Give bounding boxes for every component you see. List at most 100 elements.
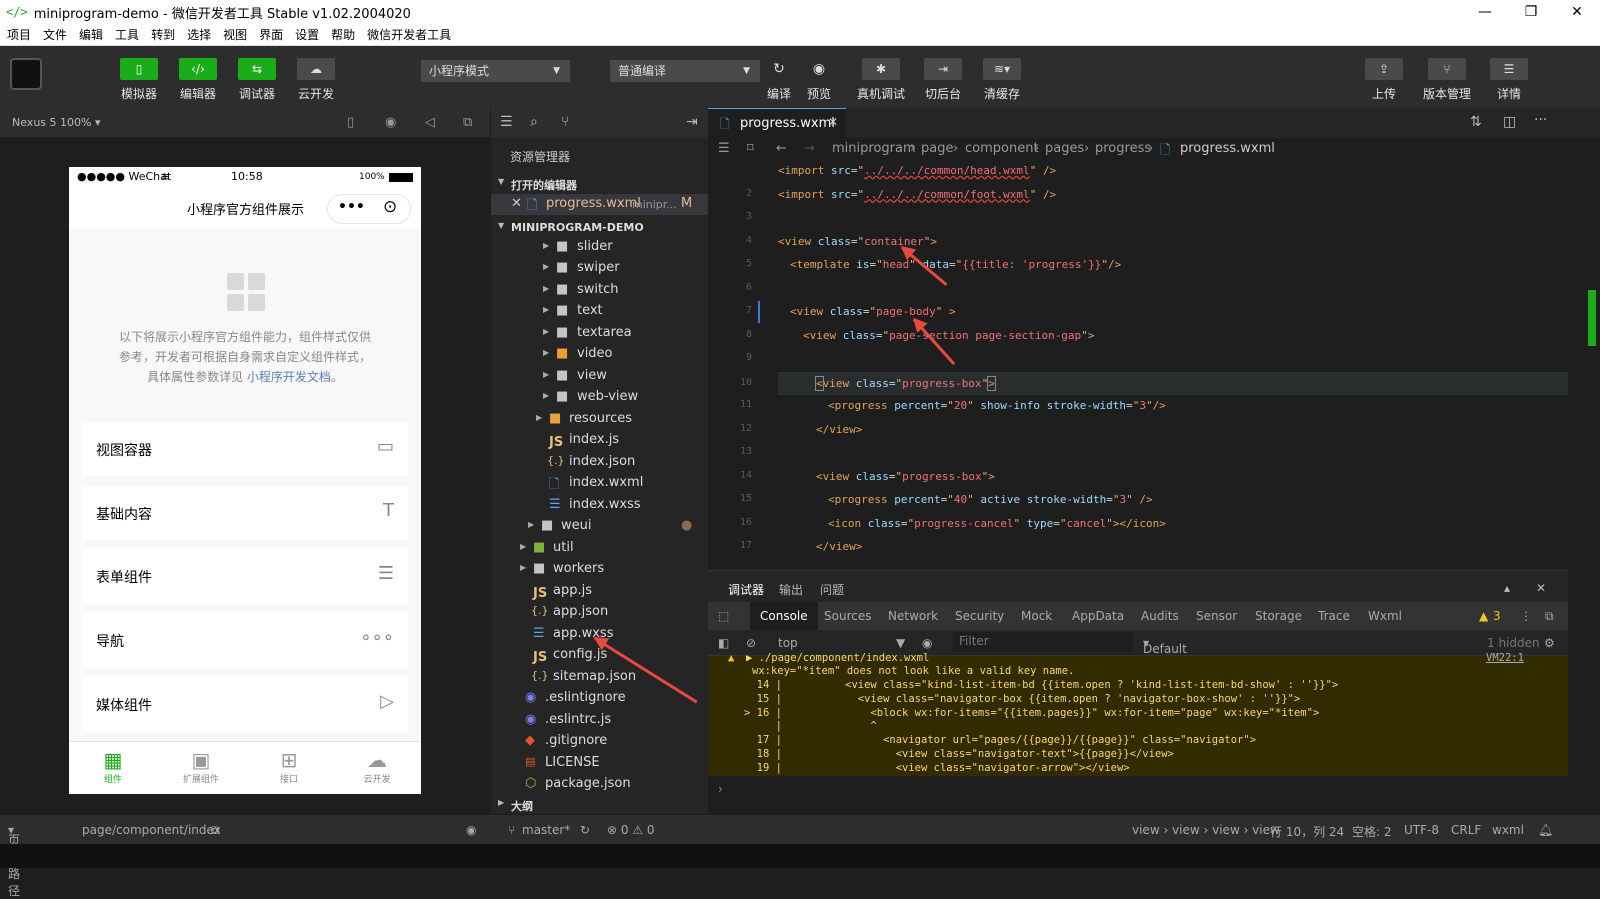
tree-item[interactable]: JS index.js bbox=[491, 430, 708, 451]
more-icon[interactable]: ··· bbox=[1534, 112, 1547, 128]
popout-icon[interactable]: ⧉ bbox=[463, 115, 472, 130]
version-button[interactable]: ⑂ 版本管理 bbox=[1418, 58, 1476, 102]
menu-wechat-devtools[interactable]: 微信开发者工具 bbox=[367, 26, 451, 43]
outline-section[interactable]: ▶ 大纲 bbox=[491, 793, 708, 815]
close-icon[interactable]: ✕ bbox=[1554, 0, 1600, 24]
tree-item[interactable]: ▶ ■ video bbox=[491, 344, 708, 365]
warning-count[interactable]: 3 bbox=[1493, 609, 1501, 623]
page-path-select[interactable]: 页面路径 ▾ bbox=[8, 823, 20, 898]
bell-icon[interactable]: 🔔︎ bbox=[1538, 823, 1553, 837]
tree-item[interactable]: {.} sitemap.json bbox=[491, 667, 708, 688]
minimize-icon[interactable]: — bbox=[1462, 0, 1508, 24]
card-media[interactable]: 媒体组件 ▷ bbox=[82, 677, 408, 731]
inspect-icon[interactable]: ⬚ bbox=[718, 609, 729, 623]
scroll-thumb[interactable] bbox=[1588, 290, 1596, 346]
tab-sources[interactable]: Sources bbox=[824, 609, 871, 623]
more-icon[interactable]: ⋮ bbox=[1520, 609, 1532, 623]
details-button[interactable]: ☰ 详情 bbox=[1481, 58, 1537, 102]
card-basic-content[interactable]: 基础内容 T bbox=[82, 486, 408, 540]
tab-cloud[interactable]: ☁ 云开发 bbox=[333, 748, 421, 785]
forward-icon[interactable]: → bbox=[804, 141, 815, 156]
eye-icon[interactable]: ◉ bbox=[466, 823, 476, 837]
line-ending[interactable]: CRLF bbox=[1451, 823, 1481, 837]
tab-wxml[interactable]: Wxml bbox=[1368, 609, 1402, 623]
close-icon[interactable]: ✕ bbox=[828, 115, 838, 129]
split-editor-icon[interactable]: ◫ bbox=[1503, 114, 1516, 130]
tree-item[interactable]: ◆ .gitignore bbox=[491, 731, 708, 752]
open-editors-section[interactable]: ▼ 打开的编辑器 bbox=[491, 172, 708, 194]
tree-item[interactable]: ▶ ■ weui ● bbox=[491, 516, 708, 537]
collapse-panel-icon[interactable]: ⇥ bbox=[686, 114, 698, 130]
menu-file[interactable]: 文件 bbox=[43, 26, 67, 43]
tree-item[interactable]: ▶ ■ text bbox=[491, 301, 708, 322]
tree-item[interactable]: ▶ ■ switch bbox=[491, 280, 708, 301]
sync-icon[interactable]: ↻ bbox=[580, 823, 590, 837]
tree-item[interactable]: 🗋 index.wxml bbox=[491, 473, 708, 494]
menu-settings[interactable]: 设置 bbox=[295, 26, 319, 43]
cursor-position[interactable]: 行 10，列 24 bbox=[1270, 823, 1344, 840]
language-mode[interactable]: wxml bbox=[1492, 823, 1524, 837]
tree-item[interactable]: ▶ ■ slider bbox=[491, 237, 708, 258]
card-navigation[interactable]: 导航 ∘∘∘ bbox=[82, 613, 408, 667]
tab-components[interactable]: ▦ 组件 bbox=[69, 748, 157, 785]
tree-item[interactable]: ☰ index.wxss bbox=[491, 495, 708, 516]
preview-button[interactable]: ◉ 预览 bbox=[804, 58, 834, 102]
editor-button[interactable]: ‹/› 编辑器 bbox=[170, 58, 226, 102]
tree-item[interactable]: {.} index.json bbox=[491, 452, 708, 473]
menu-view[interactable]: 视图 bbox=[223, 26, 247, 43]
encoding[interactable]: UTF-8 bbox=[1404, 823, 1439, 837]
menu-help[interactable]: 帮助 bbox=[331, 26, 355, 43]
chevron-up-icon[interactable]: ▴ bbox=[1504, 581, 1510, 595]
tab-output[interactable]: 输出 bbox=[779, 581, 803, 598]
warning-path[interactable]: ▶ ./page/component/index.wxml bbox=[746, 652, 929, 664]
eye-icon[interactable]: ◉ bbox=[922, 636, 932, 650]
tab-console[interactable]: Console bbox=[750, 602, 818, 630]
simulator-button[interactable]: ▯ 模拟器 bbox=[111, 58, 167, 102]
tab-problems[interactable]: 问题 bbox=[820, 581, 844, 598]
tab-mock[interactable]: Mock bbox=[1021, 609, 1052, 623]
chevron-down-icon[interactable]: ▼ bbox=[896, 636, 905, 650]
git-icon[interactable]: ⑂ bbox=[561, 114, 569, 130]
card-form-components[interactable]: 表单组件 ☰ bbox=[82, 549, 408, 603]
list-icon[interactable]: ☰ bbox=[718, 141, 730, 156]
files-icon[interactable]: ☰ bbox=[500, 114, 513, 130]
record-icon[interactable]: ◉ bbox=[385, 115, 396, 130]
popout-icon[interactable]: ⧉ bbox=[1545, 609, 1554, 624]
compile-button[interactable]: ↻ 编译 bbox=[764, 58, 794, 102]
volume-icon[interactable]: ◁ bbox=[425, 115, 435, 130]
menu-edit[interactable]: 编辑 bbox=[79, 26, 103, 43]
bookmark-icon[interactable]: ⌑ bbox=[747, 141, 754, 156]
back-icon[interactable]: ← bbox=[776, 141, 787, 156]
upload-button[interactable]: ⇪ 上传 bbox=[1356, 58, 1412, 102]
tree-item[interactable]: ▶ ■ web-view bbox=[491, 387, 708, 408]
context-select[interactable]: top bbox=[778, 636, 798, 650]
console-prompt[interactable]: › bbox=[708, 776, 1568, 814]
problems-count[interactable]: ⊗ 0 ⚠ 0 bbox=[607, 823, 655, 837]
tree-item[interactable]: ▶ ■ workers bbox=[491, 559, 708, 580]
tree-item[interactable]: ▶ ■ util bbox=[491, 538, 708, 559]
restore-icon[interactable]: ❐ bbox=[1508, 0, 1554, 24]
avatar[interactable] bbox=[10, 58, 42, 90]
git-branch[interactable]: master* bbox=[522, 823, 570, 837]
tab-storage[interactable]: Storage bbox=[1255, 609, 1302, 623]
tree-item[interactable]: ◉ .eslintrc.js bbox=[491, 710, 708, 731]
tab-trace[interactable]: Trace bbox=[1318, 609, 1350, 623]
tree-item[interactable]: ▶ ■ view bbox=[491, 366, 708, 387]
menu-ui[interactable]: 界面 bbox=[259, 26, 283, 43]
tab-progress-wxml[interactable]: 🗋 progress.wxml ✕ bbox=[708, 108, 846, 138]
sidebar-toggle-icon[interactable]: ◧ bbox=[718, 636, 729, 650]
docs-link[interactable]: 小程序开发文档 bbox=[247, 370, 331, 384]
search-icon[interactable]: ⌕ bbox=[530, 114, 538, 130]
menu-tools[interactable]: 工具 bbox=[115, 26, 139, 43]
tab-audits[interactable]: Audits bbox=[1141, 609, 1179, 623]
tree-item[interactable]: {.} app.json bbox=[491, 602, 708, 623]
tree-item[interactable]: ▶ ■ swiper bbox=[491, 258, 708, 279]
close-icon[interactable]: ✕ bbox=[1536, 581, 1546, 595]
tree-item[interactable]: JS app.js bbox=[491, 581, 708, 602]
mode-select[interactable]: 小程序模式 ▼ bbox=[421, 60, 570, 82]
compare-icon[interactable]: ⇅ bbox=[1470, 114, 1482, 130]
close-capsule-icon[interactable]: ⊙ bbox=[383, 197, 397, 217]
tab-security[interactable]: Security bbox=[955, 609, 1004, 623]
more-icon[interactable]: ••• bbox=[338, 199, 365, 215]
tab-appdata[interactable]: AppData bbox=[1072, 609, 1124, 623]
